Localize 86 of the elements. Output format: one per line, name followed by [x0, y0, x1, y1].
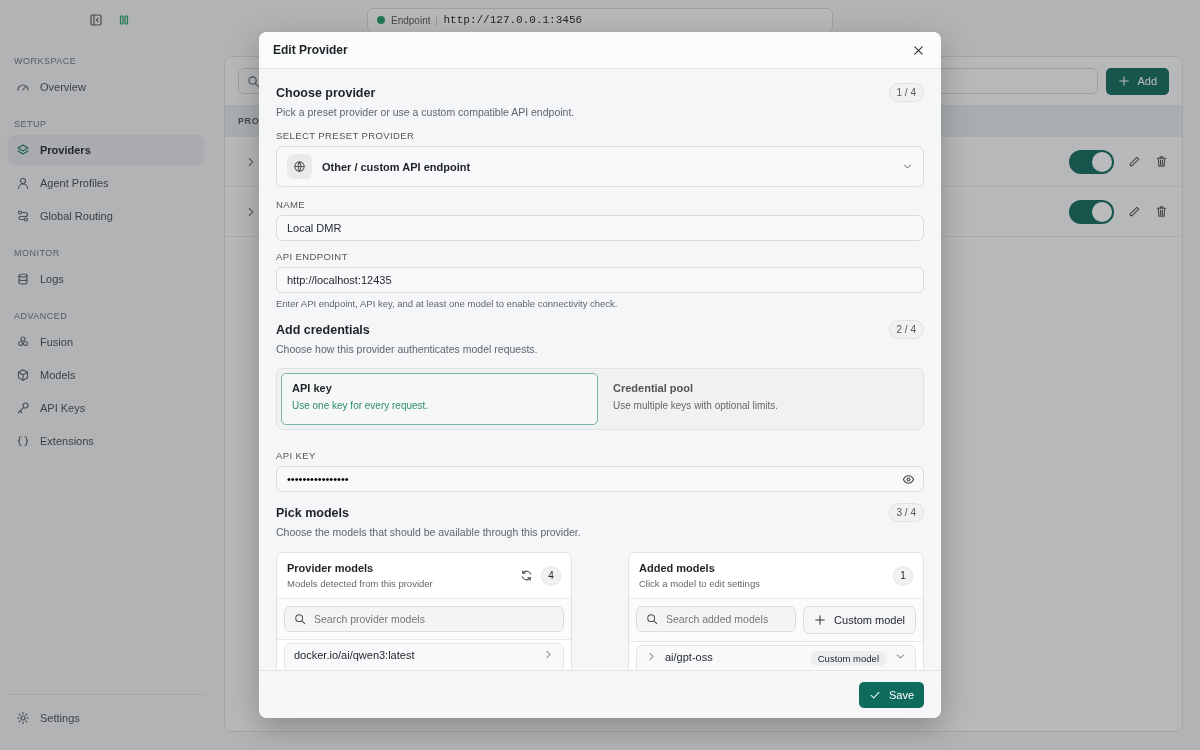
eye-icon[interactable]	[902, 472, 915, 486]
pause-icon[interactable]	[117, 13, 131, 27]
delete-icon[interactable]	[1155, 155, 1168, 168]
model-name: docker.io/ai/qwen3:latest	[294, 649, 416, 661]
text-field[interactable]: Local DMR	[276, 215, 924, 241]
save-button[interactable]: Save	[858, 681, 924, 708]
section-title: WORKSPACE	[13, 56, 78, 66]
panel-title: Added models	[639, 562, 716, 574]
model-name: ai/gpt-oss	[665, 651, 714, 663]
hint-text: Enter API endpoint, API key, and at least one model to enable connectivity check.	[276, 298, 619, 309]
endpoint-label: Endpoint	[391, 14, 431, 26]
section-title: SETUP	[13, 119, 48, 129]
endpoint-url: http://127.0.0.1:3456	[443, 14, 583, 26]
caret-icon	[895, 651, 906, 662]
section-title: MONITOR	[13, 248, 61, 258]
expand-icon	[646, 651, 657, 662]
route-icon	[16, 208, 30, 223]
sidebar-item[interactable]: Overview	[8, 72, 204, 101]
chevron-icon	[543, 649, 554, 660]
search-field[interactable]: Search added models	[636, 606, 797, 632]
database-icon	[16, 271, 30, 286]
search-field[interactable]: Search added models	[666, 613, 787, 625]
search-icon	[247, 74, 260, 88]
step-description: Pick a preset provider or use a custom compatible API endpoint.	[276, 106, 576, 118]
toggle-switch[interactable]	[1069, 199, 1114, 224]
model-tag: Custom model	[809, 651, 887, 666]
provider-select[interactable]: Other / custom API endpoint	[276, 146, 924, 187]
edit-icon[interactable]	[1128, 205, 1141, 218]
circles-icon	[16, 334, 30, 349]
count-badge: 1	[893, 565, 913, 586]
globe-icon	[293, 160, 306, 173]
layers-icon	[16, 142, 30, 157]
step-description: Choose how this provider authenticates model requests.	[276, 343, 539, 355]
braces-icon	[16, 433, 30, 448]
auth-option[interactable]: Credential pool Use multiple keys with optional limits.	[602, 373, 919, 425]
custom-model-button[interactable]: Custom model	[803, 606, 916, 634]
refresh-icon[interactable]	[520, 569, 533, 582]
sidebar-item[interactable]: Logs	[8, 264, 204, 293]
step-title: Choose provider	[276, 85, 376, 100]
step-badge: 1 / 4	[888, 83, 924, 102]
auth-option[interactable]: API key Use one key for every request.	[281, 373, 598, 425]
sidebar-item[interactable]: Models	[8, 360, 204, 389]
section-title: ADVANCED	[13, 311, 69, 321]
panel-subtitle: Click a model to edit settings	[639, 578, 761, 589]
step-badge: 2 / 4	[888, 320, 924, 339]
step-badge: 3 / 4	[888, 503, 924, 522]
model-item[interactable]: ai/gpt-oss Custom model	[636, 645, 916, 670]
step-description: Choose the models that should be available through this provider.	[276, 526, 582, 538]
count-badge: 4	[541, 565, 561, 586]
key-icon	[16, 400, 30, 415]
sidebar-item[interactable]: Global Routing	[8, 201, 204, 230]
step-title: Add credentials	[276, 322, 370, 337]
plus-icon	[814, 614, 827, 626]
field-label: API KEY	[276, 450, 317, 461]
password-field[interactable]: ••••••••••••••••	[276, 466, 924, 492]
sidebar-toggle-icon[interactable]	[89, 13, 103, 27]
dialog-title: Edit Provider	[273, 43, 348, 57]
settings-icon	[16, 710, 30, 725]
sidebar-item[interactable]: Fusion	[8, 327, 204, 356]
search-field[interactable]: Search provider models	[284, 606, 564, 632]
close-icon	[912, 43, 925, 57]
search-icon	[646, 613, 658, 625]
plus-icon	[1118, 75, 1131, 87]
field-label: NAME	[276, 199, 307, 210]
caret-icon	[902, 161, 913, 172]
sidebar-item[interactable]: Extensions	[8, 426, 204, 455]
delete-icon[interactable]	[1155, 205, 1168, 218]
password-field[interactable]: ••••••••••••••••	[287, 473, 902, 485]
panel-subtitle: Models detected from this provider	[287, 578, 434, 589]
step-title: Pick models	[276, 505, 349, 520]
add-button[interactable]: Add	[1106, 67, 1169, 95]
sidebar-item[interactable]: Providers	[8, 135, 204, 164]
search-icon	[294, 613, 306, 625]
sidebar-item[interactable]: Settings	[8, 703, 204, 732]
cube-icon	[16, 367, 30, 382]
field-label: API ENDPOINT	[276, 251, 349, 262]
edit-icon[interactable]	[1128, 155, 1141, 168]
user-icon	[16, 175, 30, 190]
toggle-switch[interactable]	[1069, 149, 1114, 174]
panel-title: Provider models	[287, 562, 375, 574]
column-header: PRO	[238, 116, 260, 126]
model-item[interactable]: docker.io/ai/qwen3:latest	[284, 643, 564, 670]
sidebar-item[interactable]: API Keys	[8, 393, 204, 422]
sidebar-item[interactable]: Agent Profiles	[8, 168, 204, 197]
field-label: SELECT PRESET PROVIDER	[276, 130, 416, 141]
text-field[interactable]: http://localhost:12435	[276, 267, 924, 293]
